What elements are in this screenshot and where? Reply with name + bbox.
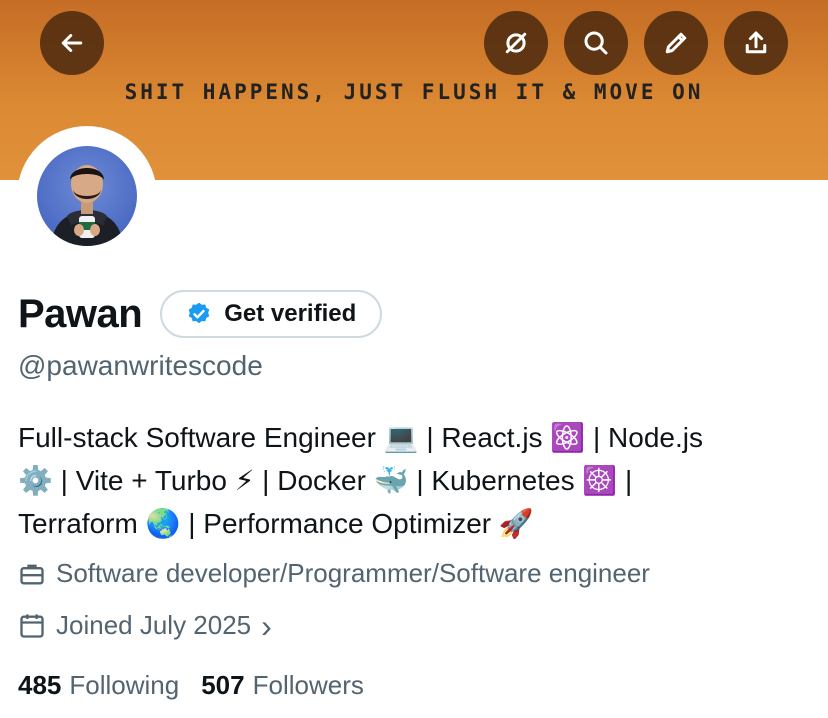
bio-line: Full-stack Software Engineer 💻 | React.j… xyxy=(18,422,703,453)
joined-row[interactable]: Joined July 2025 › xyxy=(18,607,272,644)
profession-row: Software developer/Programmer/Software e… xyxy=(18,558,650,589)
followers-link[interactable]: 507 Followers xyxy=(201,670,364,701)
bio-line: ⚙️ | Vite + Turbo ⚡ | Docker 🐳 | Kuberne… xyxy=(18,465,633,496)
bio-line: Terraform 🌏 | Performance Optimizer 🚀 xyxy=(18,508,534,539)
avatar-illustration xyxy=(51,165,123,246)
grok-icon xyxy=(505,32,527,54)
get-verified-label: Get verified xyxy=(224,300,357,327)
profession-label: Software developer/Programmer/Software e… xyxy=(56,558,650,588)
verified-badge-icon xyxy=(188,302,210,324)
search-button[interactable] xyxy=(564,11,628,75)
search-icon xyxy=(584,31,608,55)
grok-button[interactable] xyxy=(484,11,548,75)
calendar-icon xyxy=(20,613,44,638)
avatar xyxy=(37,146,137,246)
profile-name: Pawan xyxy=(18,291,143,336)
back-arrow-icon xyxy=(61,34,83,52)
back-button[interactable] xyxy=(40,11,104,75)
avatar-frame[interactable] xyxy=(17,126,157,266)
follow-stats: 485 Following 507 Followers xyxy=(18,670,386,701)
joined-label: Joined July 2025 xyxy=(56,610,252,640)
banner-text: SHIT HAPPENS, JUST FLUSH IT & MOVE ON xyxy=(124,80,704,104)
get-verified-button[interactable]: Get verified xyxy=(160,290,383,338)
profile-handle: @pawanwritescode xyxy=(18,350,263,381)
following-label: Following xyxy=(69,670,180,700)
share-icon xyxy=(745,31,767,54)
chevron-right-icon: › xyxy=(261,607,272,644)
followers-label: Followers xyxy=(252,670,364,700)
following-count: 485 xyxy=(18,670,62,700)
edit-profile-button[interactable] xyxy=(644,11,708,75)
share-button[interactable] xyxy=(724,11,788,75)
profile-bio: Full-stack Software Engineer 💻 | React.j… xyxy=(18,416,818,545)
following-link[interactable]: 485 Following xyxy=(18,670,179,701)
followers-count: 507 xyxy=(201,670,245,700)
briefcase-icon xyxy=(20,564,44,584)
edit-pencil-icon xyxy=(665,32,687,54)
